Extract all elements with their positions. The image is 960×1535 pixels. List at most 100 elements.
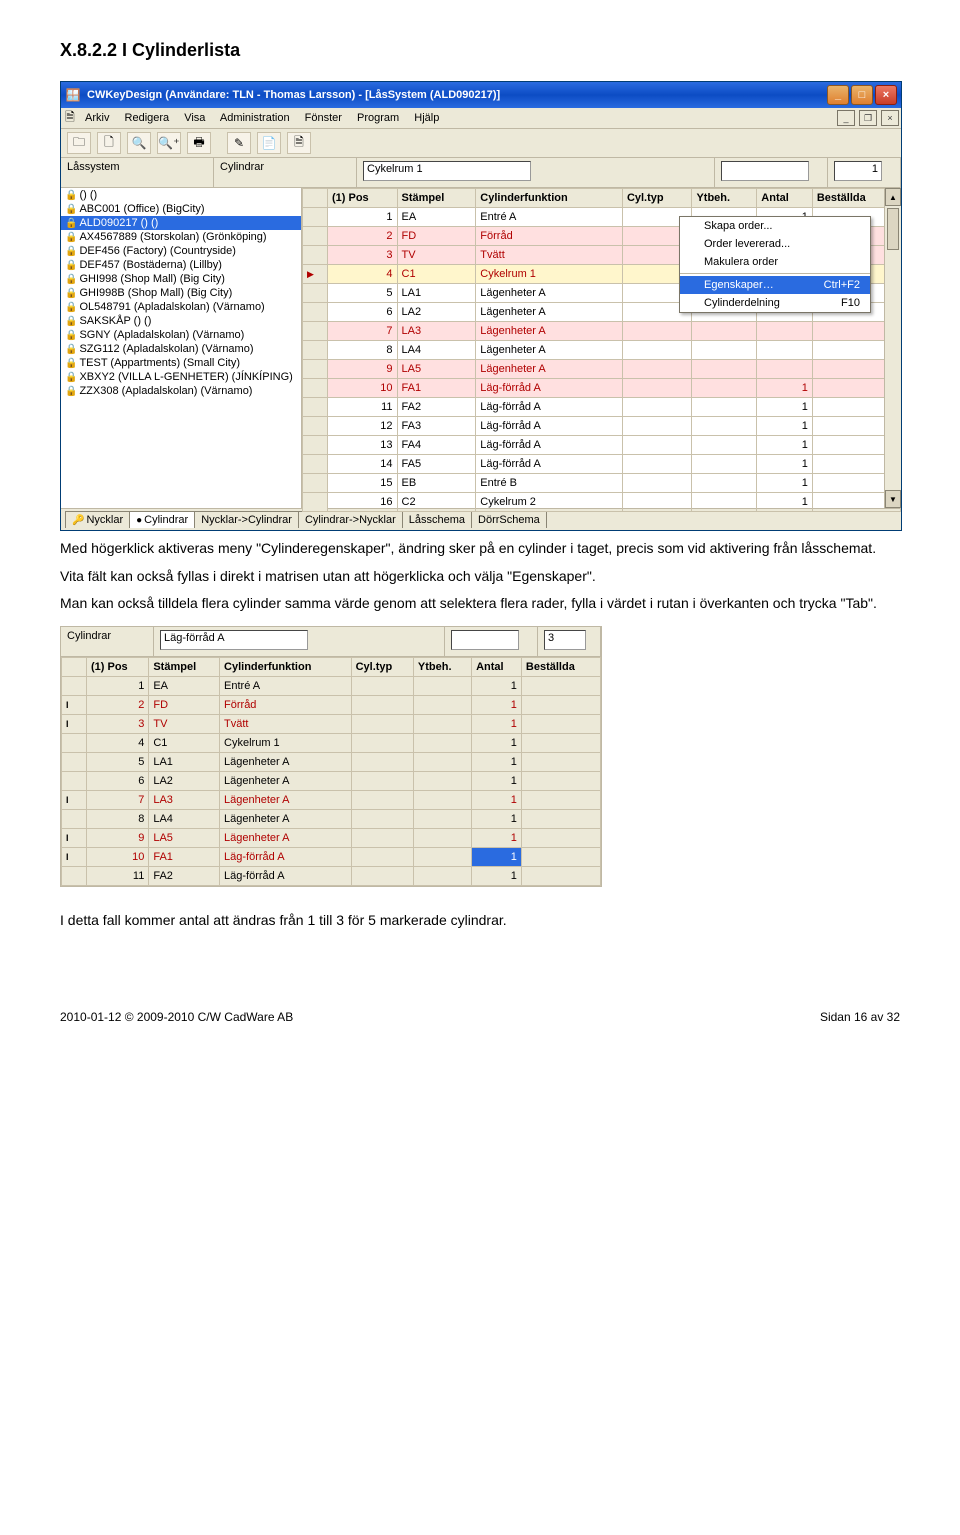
menu-redigera[interactable]: Redigera <box>125 112 170 124</box>
table-cell[interactable] <box>692 360 757 379</box>
lock-system-item[interactable]: 🔒AX4567889 (Storskolan) (Grönköping) <box>61 230 301 244</box>
table-cell[interactable]: I <box>62 695 87 714</box>
table-cell[interactable]: 1 <box>472 866 522 885</box>
table-cell[interactable] <box>521 771 600 790</box>
window-minimize-button[interactable]: _ <box>827 85 849 105</box>
grid-header[interactable]: Cylinderfunktion <box>220 657 352 676</box>
table-cell[interactable]: 1 <box>472 771 522 790</box>
lock-system-item[interactable]: 🔒GHI998 (Shop Mall) (Big City) <box>61 272 301 286</box>
table-cell[interactable]: Läg-förråd A <box>476 417 623 436</box>
table-cell[interactable]: EB <box>397 474 476 493</box>
table-cell[interactable]: Lägenheter A <box>220 809 352 828</box>
header-field-antal[interactable]: 1 <box>834 161 882 181</box>
grid-header[interactable]: Antal <box>472 657 522 676</box>
table-cell[interactable] <box>351 809 413 828</box>
table-cell[interactable] <box>303 493 328 512</box>
table-cell[interactable]: EA <box>149 676 220 695</box>
grid-header[interactable]: Ytbeh. <box>413 657 471 676</box>
table-cell[interactable]: 4 <box>328 265 398 284</box>
table-cell[interactable]: Lägenheter A <box>476 322 623 341</box>
vertical-scrollbar[interactable]: ▲ ▼ <box>884 188 901 508</box>
table-row[interactable]: 10FA1Läg-förråd A1 <box>303 379 901 398</box>
table-cell[interactable] <box>351 847 413 866</box>
table-cell[interactable] <box>692 436 757 455</box>
table-cell[interactable] <box>62 809 87 828</box>
grid-header[interactable]: Cyl.typ <box>351 657 413 676</box>
toolbar-doc1-icon[interactable]: 📄 <box>257 132 281 154</box>
table-row[interactable]: 14FA5Läg-förråd A 1 <box>303 455 901 474</box>
table-cell[interactable]: 1 <box>757 398 813 417</box>
table-cell[interactable] <box>303 246 328 265</box>
table-cell[interactable]: Entré B <box>476 474 623 493</box>
table-cell[interactable] <box>622 493 692 512</box>
table-cell[interactable] <box>62 752 87 771</box>
table-cell[interactable] <box>692 379 757 398</box>
scroll-thumb[interactable] <box>887 208 899 250</box>
table-cell[interactable]: 8 <box>87 809 149 828</box>
panel2-field1[interactable]: Läg-förråd A <box>160 630 308 650</box>
table-cell[interactable]: Cykelrum 1 <box>476 265 623 284</box>
table-cell[interactable] <box>413 809 471 828</box>
table-cell[interactable]: 1 <box>757 455 813 474</box>
table-cell[interactable]: Lägenheter A <box>476 360 623 379</box>
table-cell[interactable] <box>692 417 757 436</box>
table-cell[interactable]: Förråd <box>476 227 623 246</box>
grid-header[interactable]: (1) Pos <box>87 657 149 676</box>
table-row[interactable]: 8LA4Lägenheter A1 <box>62 809 601 828</box>
menu-administration[interactable]: Administration <box>220 112 290 124</box>
table-row[interactable]: I7LA3Lägenheter A1 <box>62 790 601 809</box>
lock-system-item[interactable]: 🔒TEST (Appartments) (Small City) <box>61 356 301 370</box>
table-cell[interactable] <box>622 474 692 493</box>
table-cell[interactable] <box>757 360 813 379</box>
table-cell[interactable] <box>413 714 471 733</box>
table-cell[interactable] <box>521 866 600 885</box>
table-row[interactable]: I2FDFörråd1 <box>62 695 601 714</box>
menu-program[interactable]: Program <box>357 112 399 124</box>
table-cell[interactable] <box>521 828 600 847</box>
table-cell[interactable]: Läg-förråd A <box>476 398 623 417</box>
table-cell[interactable] <box>757 341 813 360</box>
table-cell[interactable]: ▶ <box>303 265 328 284</box>
scroll-down-icon[interactable]: ▼ <box>885 490 901 508</box>
table-cell[interactable]: 9 <box>87 828 149 847</box>
table-cell[interactable]: LA5 <box>149 828 220 847</box>
context-menu-item[interactable]: Makulera order <box>680 253 870 271</box>
table-cell[interactable]: FA5 <box>397 455 476 474</box>
table-row[interactable]: 6LA2Lägenheter A1 <box>62 771 601 790</box>
table-row[interactable]: 11FA2Läg-förråd A1 <box>303 398 901 417</box>
table-cell[interactable]: 14 <box>328 455 398 474</box>
table-cell[interactable]: C1 <box>397 265 476 284</box>
table-cell[interactable]: 1 <box>472 676 522 695</box>
header-field-cylinderfunktion[interactable]: Cykelrum 1 <box>363 161 531 181</box>
table-cell[interactable] <box>303 284 328 303</box>
table-cell[interactable] <box>62 771 87 790</box>
toolbar-edit-icon[interactable]: ✎ <box>227 132 251 154</box>
menu-visa[interactable]: Visa <box>184 112 205 124</box>
context-menu-item[interactable]: Order levererad... <box>680 235 870 253</box>
menu-arkiv[interactable]: Arkiv <box>85 112 109 124</box>
grid-header[interactable] <box>62 657 87 676</box>
grid-header[interactable]: Beställda <box>521 657 600 676</box>
table-cell[interactable]: Läg-förråd A <box>476 455 623 474</box>
table-cell[interactable]: 1 <box>757 474 813 493</box>
table-cell[interactable]: LA1 <box>149 752 220 771</box>
bottom-tab[interactable]: ●Cylindrar <box>129 511 195 528</box>
table-row[interactable]: 5LA1Lägenheter A1 <box>62 752 601 771</box>
table-cell[interactable]: I <box>62 847 87 866</box>
table-cell[interactable] <box>303 436 328 455</box>
table-cell[interactable] <box>351 771 413 790</box>
table-cell[interactable] <box>413 771 471 790</box>
lock-system-item[interactable]: 🔒DEF456 (Factory) (Countryside) <box>61 244 301 258</box>
table-cell[interactable] <box>521 847 600 866</box>
table-cell[interactable] <box>622 379 692 398</box>
lock-system-item[interactable]: 🔒ABC001 (Office) (BigCity) <box>61 202 301 216</box>
grid-header[interactable]: Stämpel <box>397 189 476 208</box>
table-cell[interactable] <box>351 752 413 771</box>
table-cell[interactable]: LA3 <box>397 322 476 341</box>
toolbar-search-icon[interactable]: 🔍 <box>127 132 151 154</box>
table-cell[interactable] <box>303 398 328 417</box>
table-cell[interactable]: 1 <box>472 714 522 733</box>
table-cell[interactable] <box>692 322 757 341</box>
table-cell[interactable]: I <box>62 828 87 847</box>
table-cell[interactable]: FD <box>397 227 476 246</box>
